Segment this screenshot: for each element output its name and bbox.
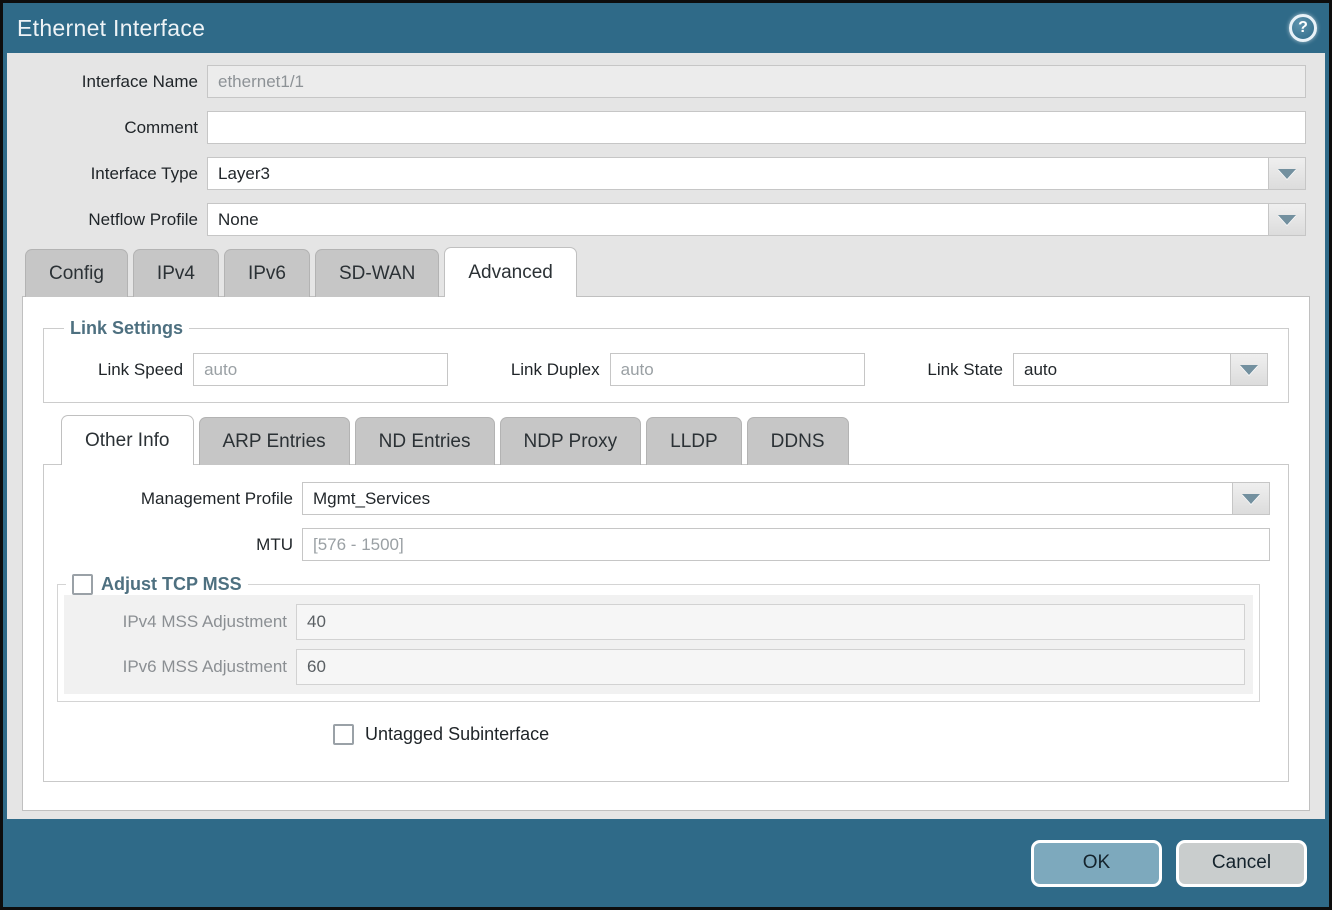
ipv6-mss-field xyxy=(296,649,1245,685)
tab-ipv6[interactable]: IPv6 xyxy=(224,249,310,297)
untagged-subinterface-label: Untagged Subinterface xyxy=(365,724,549,745)
tab-ipv4[interactable]: IPv4 xyxy=(133,249,219,297)
ipv4-mss-field xyxy=(296,604,1245,640)
link-speed-label: Link Speed xyxy=(98,360,193,380)
ok-button[interactable]: OK xyxy=(1031,840,1162,887)
interface-type-label: Interface Type xyxy=(7,164,207,184)
mtu-row: MTU xyxy=(44,528,1270,561)
other-info-panel: Management Profile Mgmt_Services MTU xyxy=(43,464,1289,782)
untagged-subinterface-row: Untagged Subinterface xyxy=(333,724,1270,745)
chevron-down-icon xyxy=(1278,215,1296,225)
adjust-tcp-mss-label: Adjust TCP MSS xyxy=(101,574,242,595)
adjust-tcp-mss-group: Adjust TCP MSS IPv4 MSS Adjustment IPv6 … xyxy=(57,574,1260,702)
management-profile-label: Management Profile xyxy=(44,489,302,509)
link-state-dropdown-button[interactable] xyxy=(1230,354,1267,385)
tab-lldp[interactable]: LLDP xyxy=(646,417,742,465)
netflow-profile-dropdown[interactable]: None xyxy=(207,203,1306,236)
link-state-value: auto xyxy=(1014,354,1230,385)
link-duplex-label: Link Duplex xyxy=(511,360,610,380)
link-state-group: Link State auto xyxy=(927,353,1268,386)
netflow-profile-value: None xyxy=(208,204,1268,235)
inner-tabstrip: Other Info ARP Entries ND Entries NDP Pr… xyxy=(43,417,1289,465)
ipv6-mss-row: IPv6 MSS Adjustment xyxy=(64,649,1245,685)
ipv4-mss-row: IPv4 MSS Adjustment xyxy=(64,604,1245,640)
mtu-field[interactable] xyxy=(302,528,1270,561)
dialog-footer: OK Cancel xyxy=(3,819,1329,907)
interface-type-dropdown[interactable]: Layer3 xyxy=(207,157,1306,190)
comment-field[interactable] xyxy=(207,111,1306,144)
link-settings-legend: Link Settings xyxy=(64,318,189,339)
interface-name-row: Interface Name xyxy=(7,65,1306,98)
link-settings-group: Link Settings Link Speed Link Duplex Lin… xyxy=(43,318,1289,403)
link-duplex-field[interactable] xyxy=(610,353,865,386)
netflow-profile-dropdown-button[interactable] xyxy=(1268,204,1305,235)
tab-arp-entries[interactable]: ARP Entries xyxy=(199,417,350,465)
interface-type-row: Interface Type Layer3 xyxy=(7,157,1306,190)
interface-name-field xyxy=(207,65,1306,98)
advanced-tab-panel: Link Settings Link Speed Link Duplex Lin… xyxy=(22,296,1310,811)
link-duplex-group: Link Duplex xyxy=(511,353,865,386)
tab-other-info[interactable]: Other Info xyxy=(61,415,194,465)
mtu-label: MTU xyxy=(44,535,302,555)
link-state-label: Link State xyxy=(927,360,1013,380)
tab-sdwan[interactable]: SD-WAN xyxy=(315,249,439,297)
adjust-tcp-mss-legend: Adjust TCP MSS xyxy=(66,574,248,595)
ethernet-interface-dialog: Ethernet Interface ? Interface Name Comm… xyxy=(0,0,1332,910)
chevron-down-icon xyxy=(1240,365,1258,375)
tab-advanced[interactable]: Advanced xyxy=(444,247,577,297)
chevron-down-icon xyxy=(1242,494,1260,504)
ipv4-mss-label: IPv4 MSS Adjustment xyxy=(64,612,296,632)
dialog-titlebar: Ethernet Interface ? xyxy=(3,3,1329,53)
tab-ddns[interactable]: DDNS xyxy=(747,417,849,465)
interface-type-value: Layer3 xyxy=(208,158,1268,189)
link-settings-row: Link Speed Link Duplex Link State auto xyxy=(58,349,1274,386)
tab-config[interactable]: Config xyxy=(25,249,128,297)
link-speed-group: Link Speed xyxy=(98,353,448,386)
chevron-down-icon xyxy=(1278,169,1296,179)
comment-label: Comment xyxy=(7,118,207,138)
management-profile-value: Mgmt_Services xyxy=(303,483,1232,514)
interface-name-label: Interface Name xyxy=(7,72,207,92)
management-profile-dropdown-button[interactable] xyxy=(1232,483,1269,514)
management-profile-dropdown[interactable]: Mgmt_Services xyxy=(302,482,1270,515)
netflow-profile-row: Netflow Profile None xyxy=(7,203,1306,236)
management-profile-row: Management Profile Mgmt_Services xyxy=(44,482,1270,515)
dialog-title: Ethernet Interface xyxy=(17,15,1289,42)
tab-nd-entries[interactable]: ND Entries xyxy=(355,417,495,465)
comment-row: Comment xyxy=(7,111,1306,144)
interface-type-dropdown-button[interactable] xyxy=(1268,158,1305,189)
cancel-button[interactable]: Cancel xyxy=(1176,840,1307,887)
link-state-dropdown[interactable]: auto xyxy=(1013,353,1268,386)
untagged-subinterface-checkbox[interactable] xyxy=(333,724,354,745)
link-speed-field[interactable] xyxy=(193,353,448,386)
dialog-body: Interface Name Comment Interface Type La… xyxy=(7,53,1325,819)
help-icon[interactable]: ? xyxy=(1289,14,1317,42)
main-tabstrip: Config IPv4 IPv6 SD-WAN Advanced xyxy=(7,249,1325,297)
top-form: Interface Name Comment Interface Type La… xyxy=(7,65,1325,236)
ipv6-mss-label: IPv6 MSS Adjustment xyxy=(64,657,296,677)
netflow-profile-label: Netflow Profile xyxy=(7,210,207,230)
mss-disabled-panel: IPv4 MSS Adjustment IPv6 MSS Adjustment xyxy=(64,595,1253,694)
adjust-tcp-mss-checkbox[interactable] xyxy=(72,574,93,595)
tab-ndp-proxy[interactable]: NDP Proxy xyxy=(500,417,642,465)
